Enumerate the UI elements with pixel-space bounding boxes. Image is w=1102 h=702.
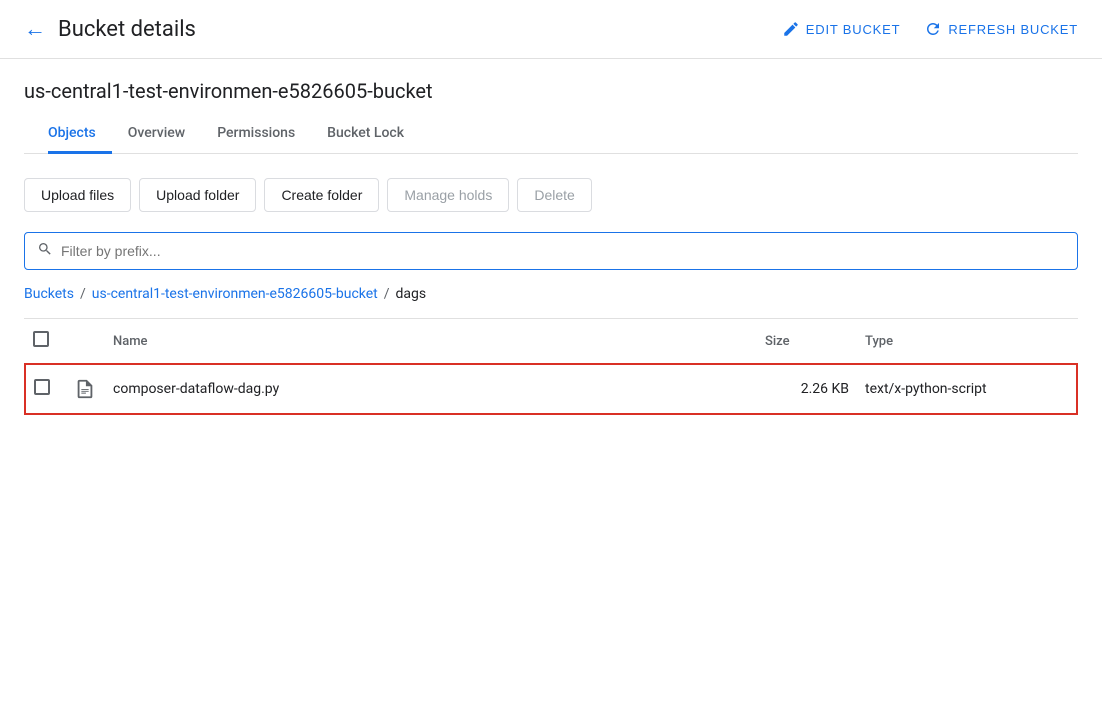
tabs-bar: Objects Overview Permissions Bucket Lock (24, 115, 1078, 154)
breadcrumb-sep-2: / (384, 286, 390, 302)
row-name-cell: composer-dataflow-dag.py (105, 364, 757, 414)
action-buttons-row: Upload files Upload folder Create folder… (24, 178, 1078, 212)
th-type: Type (857, 319, 1077, 364)
table-header-row: Name Size Type (25, 319, 1077, 364)
breadcrumb-buckets-link[interactable]: Buckets (24, 286, 74, 302)
back-button[interactable]: ← (24, 16, 46, 42)
breadcrumb-bucket-link[interactable]: us-central1-test-environmen-e5826605-buc… (92, 286, 378, 302)
filter-input[interactable] (61, 243, 1065, 259)
file-icon (73, 377, 97, 401)
manage-holds-button[interactable]: Manage holds (387, 178, 509, 212)
edit-bucket-label: EDIT BUCKET (806, 22, 901, 37)
th-size: Size (757, 319, 857, 364)
th-icon (65, 319, 105, 364)
header-actions: EDIT BUCKET REFRESH BUCKET (782, 20, 1078, 38)
create-folder-button[interactable]: Create folder (264, 178, 379, 212)
tab-overview[interactable]: Overview (112, 115, 201, 154)
breadcrumb-sep-1: / (80, 286, 86, 302)
row-checkbox-cell (25, 364, 65, 414)
refresh-bucket-label: REFRESH BUCKET (948, 22, 1078, 37)
bucket-name-section: us-central1-test-environmen-e5826605-buc… (0, 59, 1102, 154)
bucket-name: us-central1-test-environmen-e5826605-buc… (24, 79, 1078, 103)
filter-container (24, 232, 1078, 270)
edit-icon (782, 20, 800, 38)
row-icon-cell (65, 364, 105, 414)
header-checkbox[interactable] (33, 331, 49, 347)
row-size-cell: 2.26 KB (757, 364, 857, 414)
content-area: Upload files Upload folder Create folder… (0, 154, 1102, 439)
row-checkbox[interactable] (34, 379, 50, 395)
refresh-icon (924, 20, 942, 38)
upload-folder-button[interactable]: Upload folder (139, 178, 256, 212)
row-type-cell: text/x-python-script (857, 364, 1077, 414)
breadcrumb: Buckets / us-central1-test-environmen-e5… (24, 286, 1078, 302)
tab-permissions[interactable]: Permissions (201, 115, 311, 154)
th-name: Name (105, 319, 757, 364)
file-table: Name Size Type composer-dataflow-dag.py (24, 319, 1078, 415)
tab-objects[interactable]: Objects (48, 115, 112, 154)
page-title: Bucket details (58, 17, 782, 42)
back-icon: ← (24, 16, 46, 42)
breadcrumb-current: dags (396, 286, 427, 302)
tab-bucket-lock[interactable]: Bucket Lock (311, 115, 420, 154)
page-header: ← Bucket details EDIT BUCKET REFRESH BUC… (0, 0, 1102, 59)
edit-bucket-button[interactable]: EDIT BUCKET (782, 20, 901, 38)
table-row[interactable]: composer-dataflow-dag.py 2.26 KB text/x-… (25, 364, 1077, 414)
delete-button[interactable]: Delete (517, 178, 591, 212)
th-checkbox (25, 319, 65, 364)
refresh-bucket-button[interactable]: REFRESH BUCKET (924, 20, 1078, 38)
search-icon (37, 241, 53, 261)
upload-files-button[interactable]: Upload files (24, 178, 131, 212)
